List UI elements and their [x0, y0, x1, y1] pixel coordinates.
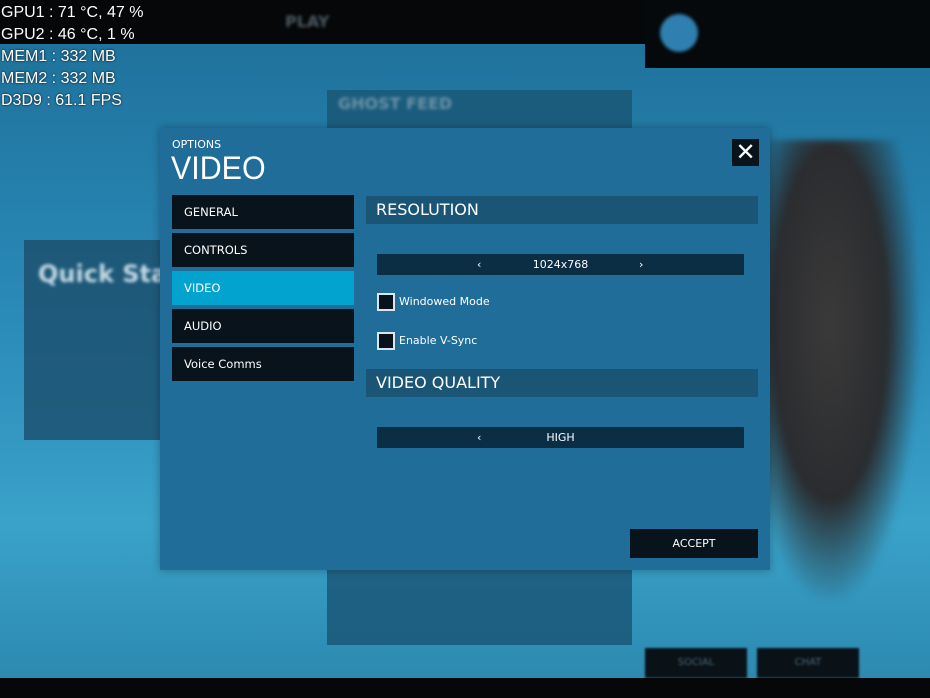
- hud-mem1: MEM1 : 332 MB: [1, 48, 116, 65]
- tab-general[interactable]: GENERAL: [172, 195, 354, 229]
- tab-controls[interactable]: CONTROLS: [172, 233, 354, 267]
- hud-mem2: MEM2 : 332 MB: [1, 70, 116, 87]
- resolution-heading: RESOLUTION: [366, 196, 758, 224]
- ghost-feed-title: GHOST FEED: [338, 94, 453, 113]
- resolution-value: 1024x768: [532, 258, 589, 271]
- checkbox-box[interactable]: [377, 332, 395, 350]
- vsync-label: Enable V-Sync: [399, 334, 478, 347]
- video-quality-heading: VIDEO QUALITY: [366, 369, 758, 397]
- resolution-prev-button[interactable]: ‹: [477, 254, 481, 275]
- avatar: [660, 14, 698, 52]
- resolution-next-button[interactable]: ›: [639, 254, 643, 275]
- play-tab: PLAY: [285, 12, 330, 31]
- bottom-bar: [0, 678, 930, 698]
- tab-voice-comms[interactable]: Voice Comms: [172, 347, 354, 381]
- options-dialog: OPTIONS VIDEO ✕ GENERAL CONTROLS VIDEO A…: [160, 128, 770, 570]
- hud-gpu1: GPU1 : 71 °C, 47 %: [1, 4, 144, 21]
- video-quality-selector[interactable]: HIGH ‹: [377, 427, 744, 448]
- close-icon: ✕: [735, 138, 756, 166]
- windowed-mode-checkbox[interactable]: Windowed Mode: [377, 293, 490, 311]
- chat-tab: CHAT: [757, 648, 859, 678]
- video-quality-prev-button[interactable]: ‹: [477, 427, 481, 448]
- resolution-selector[interactable]: 1024x768 ‹ ›: [377, 254, 744, 275]
- checkbox-box[interactable]: [377, 293, 395, 311]
- performance-overlay: GPU1 : 71 °C, 47 % GPU2 : 46 °C, 1 % MEM…: [1, 2, 143, 112]
- windowed-mode-label: Windowed Mode: [399, 295, 490, 308]
- social-tab: SOCIAL: [645, 648, 747, 678]
- accept-button[interactable]: ACCEPT: [630, 529, 758, 558]
- hud-fps: D3D9 : 61.1 FPS: [1, 92, 122, 109]
- tab-audio[interactable]: AUDIO: [172, 309, 354, 343]
- vsync-checkbox[interactable]: Enable V-Sync: [377, 332, 477, 350]
- video-quality-value: HIGH: [546, 431, 575, 444]
- close-button[interactable]: ✕: [732, 139, 759, 166]
- tab-video[interactable]: VIDEO: [172, 271, 354, 305]
- dialog-title: VIDEO: [171, 150, 266, 186]
- hud-gpu2: GPU2 : 46 °C, 1 %: [1, 26, 135, 43]
